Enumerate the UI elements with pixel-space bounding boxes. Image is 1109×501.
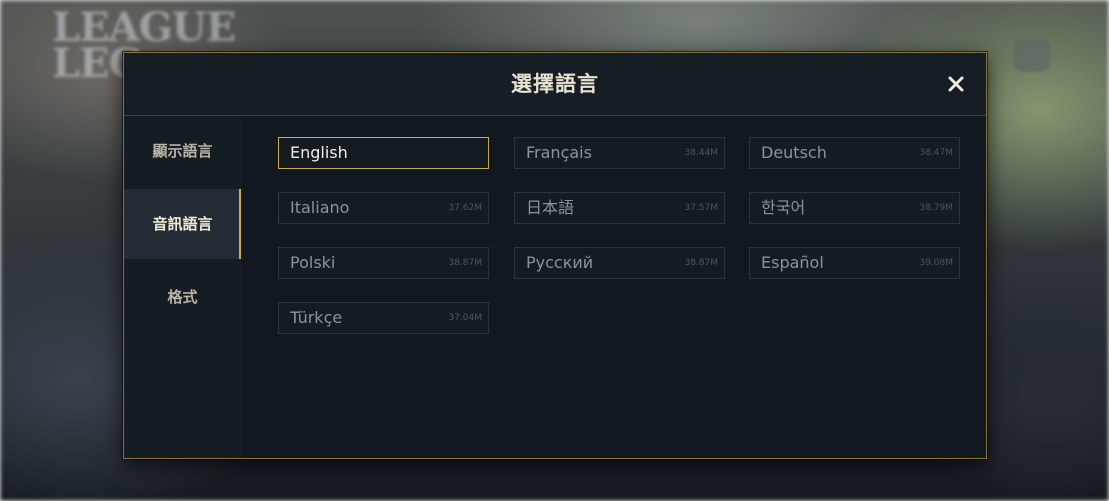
language-option-russian[interactable]: Русский 38.87M (514, 247, 725, 279)
language-name: Español (761, 253, 824, 272)
language-option-polish[interactable]: Polski 38.87M (278, 247, 489, 279)
language-name: Polski (290, 253, 336, 272)
language-size: 38.87M (448, 258, 482, 268)
close-button[interactable] (942, 70, 970, 98)
close-icon (948, 76, 964, 92)
sidebar-item-audio-language[interactable]: 音訊語言 (124, 189, 241, 259)
language-option-japanese[interactable]: 日本語 37.57M (514, 192, 725, 224)
sidebar-item-format[interactable]: 格式 (124, 262, 241, 332)
language-option-english[interactable]: English (278, 137, 489, 169)
language-name: 한국어 (761, 198, 806, 217)
language-name: Русский (526, 253, 594, 272)
language-option-turkish[interactable]: Türkçe 37.04M (278, 302, 489, 334)
language-name: 日本語 (526, 198, 575, 217)
language-option-spanish[interactable]: Español 39.08M (749, 247, 960, 279)
sidebar-item-display-language[interactable]: 顯示語言 (124, 116, 241, 186)
language-name: English (290, 143, 348, 162)
dialog-header: 選擇語言 (124, 53, 986, 116)
language-size: 37.04M (448, 313, 482, 323)
settings-sidebar: 顯示語言 音訊語言 格式 (124, 116, 241, 458)
language-size: 37.62M (448, 203, 482, 213)
language-dialog: 選擇語言 顯示語言 音訊語言 格式 English Français 38.44… (123, 52, 987, 459)
language-size: 38.87M (684, 258, 718, 268)
language-size: 38.47M (919, 148, 953, 158)
language-option-korean[interactable]: 한국어 38.79M (749, 192, 960, 224)
dialog-title: 選擇語言 (511, 72, 599, 96)
language-name: Türkçe (290, 308, 343, 327)
language-size: 38.79M (919, 203, 953, 213)
background-menu-button (1014, 40, 1050, 72)
language-option-german[interactable]: Deutsch 38.47M (749, 137, 960, 169)
language-name: Italiano (290, 198, 350, 217)
language-size: 39.08M (919, 258, 953, 268)
language-option-italian[interactable]: Italiano 37.62M (278, 192, 489, 224)
language-size: 37.57M (684, 203, 718, 213)
language-name: Deutsch (761, 143, 827, 162)
language-size: 38.44M (684, 148, 718, 158)
language-option-french[interactable]: Français 38.44M (514, 137, 725, 169)
language-name: Français (526, 143, 592, 162)
